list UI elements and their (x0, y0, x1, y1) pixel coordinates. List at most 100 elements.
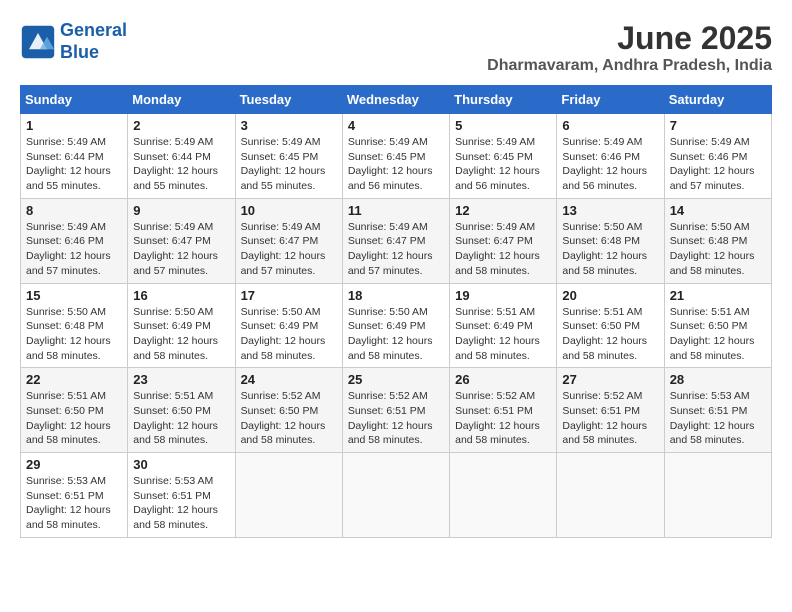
day-number: 2 (133, 118, 229, 133)
calendar-cell (557, 453, 664, 538)
day-number: 19 (455, 288, 551, 303)
calendar-cell: 14 Sunrise: 5:50 AM Sunset: 6:48 PM Dayl… (664, 198, 771, 283)
day-info: Sunrise: 5:49 AM Sunset: 6:45 PM Dayligh… (455, 135, 551, 194)
day-info: Sunrise: 5:51 AM Sunset: 6:50 PM Dayligh… (562, 305, 658, 364)
calendar-cell: 18 Sunrise: 5:50 AM Sunset: 6:49 PM Dayl… (342, 283, 449, 368)
calendar-cell: 1 Sunrise: 5:49 AM Sunset: 6:44 PM Dayli… (21, 114, 128, 199)
calendar-cell: 2 Sunrise: 5:49 AM Sunset: 6:44 PM Dayli… (128, 114, 235, 199)
calendar-cell (235, 453, 342, 538)
logo-text: General Blue (60, 20, 127, 63)
day-info: Sunrise: 5:49 AM Sunset: 6:47 PM Dayligh… (455, 220, 551, 279)
day-number: 28 (670, 372, 766, 387)
day-number: 16 (133, 288, 229, 303)
day-number: 27 (562, 372, 658, 387)
day-number: 29 (26, 457, 122, 472)
calendar-cell: 29 Sunrise: 5:53 AM Sunset: 6:51 PM Dayl… (21, 453, 128, 538)
header-thursday: Thursday (450, 86, 557, 114)
day-number: 11 (348, 203, 444, 218)
calendar-cell: 8 Sunrise: 5:49 AM Sunset: 6:46 PM Dayli… (21, 198, 128, 283)
day-info: Sunrise: 5:49 AM Sunset: 6:45 PM Dayligh… (241, 135, 337, 194)
location-title: Dharmavaram, Andhra Pradesh, India (487, 57, 772, 75)
calendar-cell: 26 Sunrise: 5:52 AM Sunset: 6:51 PM Dayl… (450, 368, 557, 453)
calendar-cell: 30 Sunrise: 5:53 AM Sunset: 6:51 PM Dayl… (128, 453, 235, 538)
day-info: Sunrise: 5:52 AM Sunset: 6:51 PM Dayligh… (562, 389, 658, 448)
day-number: 13 (562, 203, 658, 218)
header-monday: Monday (128, 86, 235, 114)
day-info: Sunrise: 5:50 AM Sunset: 6:48 PM Dayligh… (670, 220, 766, 279)
day-info: Sunrise: 5:49 AM Sunset: 6:44 PM Dayligh… (133, 135, 229, 194)
day-number: 15 (26, 288, 122, 303)
calendar-header-row: Sunday Monday Tuesday Wednesday Thursday… (21, 86, 772, 114)
day-number: 25 (348, 372, 444, 387)
day-info: Sunrise: 5:53 AM Sunset: 6:51 PM Dayligh… (26, 474, 122, 533)
day-number: 24 (241, 372, 337, 387)
day-number: 6 (562, 118, 658, 133)
day-number: 12 (455, 203, 551, 218)
day-info: Sunrise: 5:50 AM Sunset: 6:49 PM Dayligh… (241, 305, 337, 364)
day-number: 10 (241, 203, 337, 218)
calendar-cell: 15 Sunrise: 5:50 AM Sunset: 6:48 PM Dayl… (21, 283, 128, 368)
day-number: 30 (133, 457, 229, 472)
calendar-cell: 6 Sunrise: 5:49 AM Sunset: 6:46 PM Dayli… (557, 114, 664, 199)
day-number: 3 (241, 118, 337, 133)
day-info: Sunrise: 5:50 AM Sunset: 6:49 PM Dayligh… (133, 305, 229, 364)
calendar-cell: 5 Sunrise: 5:49 AM Sunset: 6:45 PM Dayli… (450, 114, 557, 199)
header-wednesday: Wednesday (342, 86, 449, 114)
day-info: Sunrise: 5:49 AM Sunset: 6:44 PM Dayligh… (26, 135, 122, 194)
day-info: Sunrise: 5:49 AM Sunset: 6:46 PM Dayligh… (562, 135, 658, 194)
day-number: 21 (670, 288, 766, 303)
day-info: Sunrise: 5:52 AM Sunset: 6:50 PM Dayligh… (241, 389, 337, 448)
day-number: 18 (348, 288, 444, 303)
header-saturday: Saturday (664, 86, 771, 114)
month-title: June 2025 (487, 20, 772, 57)
day-info: Sunrise: 5:49 AM Sunset: 6:47 PM Dayligh… (348, 220, 444, 279)
header-tuesday: Tuesday (235, 86, 342, 114)
logo: General Blue (20, 20, 127, 63)
calendar-cell: 7 Sunrise: 5:49 AM Sunset: 6:46 PM Dayli… (664, 114, 771, 199)
calendar-week-4: 22 Sunrise: 5:51 AM Sunset: 6:50 PM Dayl… (21, 368, 772, 453)
day-number: 9 (133, 203, 229, 218)
calendar-cell: 27 Sunrise: 5:52 AM Sunset: 6:51 PM Dayl… (557, 368, 664, 453)
day-info: Sunrise: 5:49 AM Sunset: 6:47 PM Dayligh… (241, 220, 337, 279)
calendar-cell: 20 Sunrise: 5:51 AM Sunset: 6:50 PM Dayl… (557, 283, 664, 368)
day-number: 1 (26, 118, 122, 133)
calendar-cell (664, 453, 771, 538)
day-info: Sunrise: 5:52 AM Sunset: 6:51 PM Dayligh… (455, 389, 551, 448)
day-info: Sunrise: 5:49 AM Sunset: 6:46 PM Dayligh… (670, 135, 766, 194)
calendar-cell: 9 Sunrise: 5:49 AM Sunset: 6:47 PM Dayli… (128, 198, 235, 283)
day-number: 23 (133, 372, 229, 387)
day-number: 7 (670, 118, 766, 133)
calendar-table: Sunday Monday Tuesday Wednesday Thursday… (20, 85, 772, 538)
calendar-cell: 24 Sunrise: 5:52 AM Sunset: 6:50 PM Dayl… (235, 368, 342, 453)
day-info: Sunrise: 5:51 AM Sunset: 6:50 PM Dayligh… (26, 389, 122, 448)
logo-icon (20, 24, 56, 60)
day-info: Sunrise: 5:53 AM Sunset: 6:51 PM Dayligh… (670, 389, 766, 448)
calendar-cell: 28 Sunrise: 5:53 AM Sunset: 6:51 PM Dayl… (664, 368, 771, 453)
day-info: Sunrise: 5:49 AM Sunset: 6:45 PM Dayligh… (348, 135, 444, 194)
calendar-cell (342, 453, 449, 538)
day-number: 14 (670, 203, 766, 218)
day-info: Sunrise: 5:50 AM Sunset: 6:48 PM Dayligh… (562, 220, 658, 279)
day-number: 26 (455, 372, 551, 387)
calendar-cell: 22 Sunrise: 5:51 AM Sunset: 6:50 PM Dayl… (21, 368, 128, 453)
day-number: 4 (348, 118, 444, 133)
day-number: 20 (562, 288, 658, 303)
calendar-week-5: 29 Sunrise: 5:53 AM Sunset: 6:51 PM Dayl… (21, 453, 772, 538)
calendar-cell: 16 Sunrise: 5:50 AM Sunset: 6:49 PM Dayl… (128, 283, 235, 368)
calendar-cell (450, 453, 557, 538)
calendar-cell: 4 Sunrise: 5:49 AM Sunset: 6:45 PM Dayli… (342, 114, 449, 199)
day-info: Sunrise: 5:49 AM Sunset: 6:47 PM Dayligh… (133, 220, 229, 279)
day-number: 8 (26, 203, 122, 218)
calendar-week-2: 8 Sunrise: 5:49 AM Sunset: 6:46 PM Dayli… (21, 198, 772, 283)
calendar-cell: 11 Sunrise: 5:49 AM Sunset: 6:47 PM Dayl… (342, 198, 449, 283)
calendar-cell: 17 Sunrise: 5:50 AM Sunset: 6:49 PM Dayl… (235, 283, 342, 368)
day-info: Sunrise: 5:50 AM Sunset: 6:49 PM Dayligh… (348, 305, 444, 364)
day-number: 17 (241, 288, 337, 303)
calendar-cell: 21 Sunrise: 5:51 AM Sunset: 6:50 PM Dayl… (664, 283, 771, 368)
calendar-cell: 25 Sunrise: 5:52 AM Sunset: 6:51 PM Dayl… (342, 368, 449, 453)
day-info: Sunrise: 5:51 AM Sunset: 6:49 PM Dayligh… (455, 305, 551, 364)
calendar-cell: 10 Sunrise: 5:49 AM Sunset: 6:47 PM Dayl… (235, 198, 342, 283)
title-area: June 2025 Dharmavaram, Andhra Pradesh, I… (487, 20, 772, 75)
header-friday: Friday (557, 86, 664, 114)
calendar-cell: 19 Sunrise: 5:51 AM Sunset: 6:49 PM Dayl… (450, 283, 557, 368)
